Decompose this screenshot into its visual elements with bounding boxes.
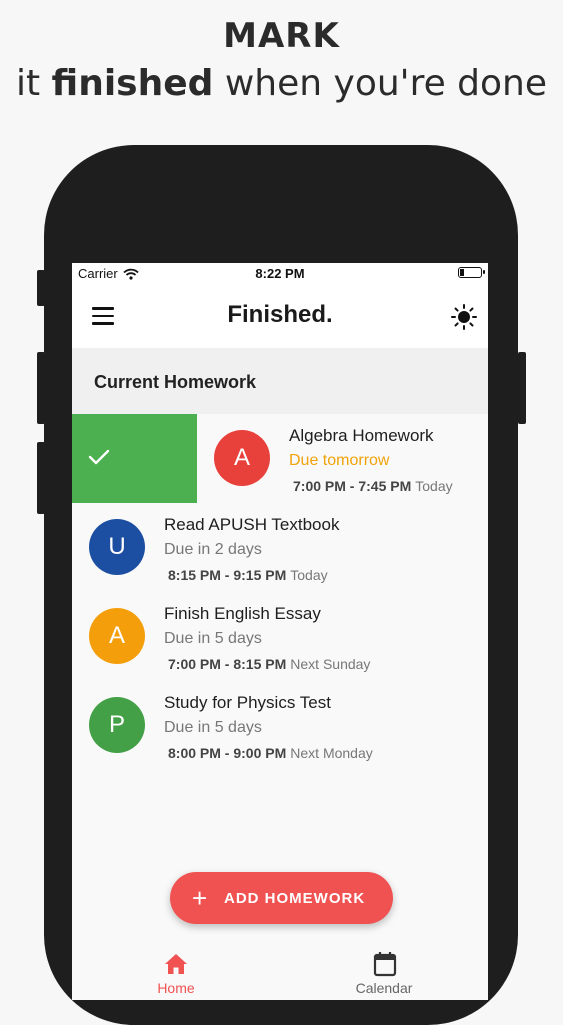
homework-time: 8:15 PM - 9:15 PM Today: [168, 567, 328, 583]
phone-power-button: [518, 352, 526, 424]
homework-time-range: 8:00 PM - 9:00 PM: [168, 745, 287, 761]
homework-time-range: 8:15 PM - 9:15 PM: [168, 567, 287, 583]
checkmark-icon: [88, 449, 110, 465]
nav-home[interactable]: Home: [72, 935, 280, 1000]
nav-calendar-label: Calendar: [355, 980, 413, 996]
homework-title: Algebra Homework: [289, 426, 434, 445]
homework-item[interactable]: P Study for Physics Test Due in 5 days 8…: [72, 681, 488, 770]
app-screen: Carrier 8:22 PM Finished. Current Homewo…: [72, 263, 488, 1000]
homework-item[interactable]: A Algebra Homework Due tomorrow 7:00 PM …: [72, 414, 488, 503]
homework-day: Today: [415, 478, 453, 494]
homework-day: Next Sunday: [290, 656, 371, 672]
promo-line-1: MARK: [223, 16, 340, 56]
app-bar: Finished.: [72, 285, 488, 348]
status-bar: Carrier 8:22 PM: [72, 263, 488, 285]
homework-day: Next Monday: [290, 745, 373, 761]
app-title: Finished.: [227, 301, 333, 328]
subject-avatar: P: [89, 697, 145, 753]
homework-title: Finish English Essay: [164, 604, 321, 623]
homework-due: Due in 5 days: [164, 630, 262, 647]
subject-avatar: A: [89, 608, 145, 664]
homework-time: 7:00 PM - 8:15 PM Next Sunday: [168, 656, 370, 672]
homework-title: Study for Physics Test: [164, 693, 331, 712]
section-title: Current Homework: [94, 372, 257, 392]
nav-calendar[interactable]: Calendar: [280, 935, 488, 1000]
home-icon: [165, 954, 187, 974]
brightness-toggle-icon[interactable]: [450, 303, 478, 331]
homework-title: Read APUSH Textbook: [164, 515, 340, 534]
homework-list: A Algebra Homework Due tomorrow 7:00 PM …: [72, 414, 488, 770]
homework-due: Due in 5 days: [164, 719, 262, 736]
calendar-icon: [373, 952, 397, 977]
promo-line-2: it finished when you're done: [0, 60, 563, 108]
homework-time-range: 7:00 PM - 8:15 PM: [168, 656, 287, 672]
homework-time: 8:00 PM - 9:00 PM Next Monday: [168, 745, 373, 761]
promo-line-2-bold: finished: [51, 63, 214, 104]
status-time: 8:22 PM: [255, 266, 305, 281]
homework-item[interactable]: U Read APUSH Textbook Due in 2 days 8:15…: [72, 503, 488, 592]
homework-time: 7:00 PM - 7:45 PM Today: [293, 478, 453, 494]
add-homework-button[interactable]: + ADD HOMEWORK: [170, 872, 393, 924]
section-header: Current Homework: [72, 348, 488, 414]
plus-icon: +: [192, 883, 209, 913]
promo-headline: MARK it finished when you're done: [0, 14, 563, 108]
homework-day: Today: [290, 567, 328, 583]
battery-icon: [458, 267, 485, 278]
add-homework-label: ADD HOMEWORK: [224, 890, 366, 907]
homework-item[interactable]: A Finish English Essay Due in 5 days 7:0…: [72, 592, 488, 681]
swipe-complete-action[interactable]: [72, 414, 197, 503]
subject-avatar: A: [214, 430, 270, 486]
homework-due: Due tomorrow: [289, 452, 390, 469]
promo-line-2-pre: it: [15, 63, 52, 104]
nav-home-label: Home: [157, 980, 195, 996]
subject-avatar: U: [89, 519, 145, 575]
homework-time-range: 7:00 PM - 7:45 PM: [293, 478, 412, 494]
homework-due: Due in 2 days: [164, 541, 262, 558]
bottom-navigation: Home Calendar: [72, 935, 488, 1000]
promo-line-2-post: when you're done: [213, 63, 548, 104]
